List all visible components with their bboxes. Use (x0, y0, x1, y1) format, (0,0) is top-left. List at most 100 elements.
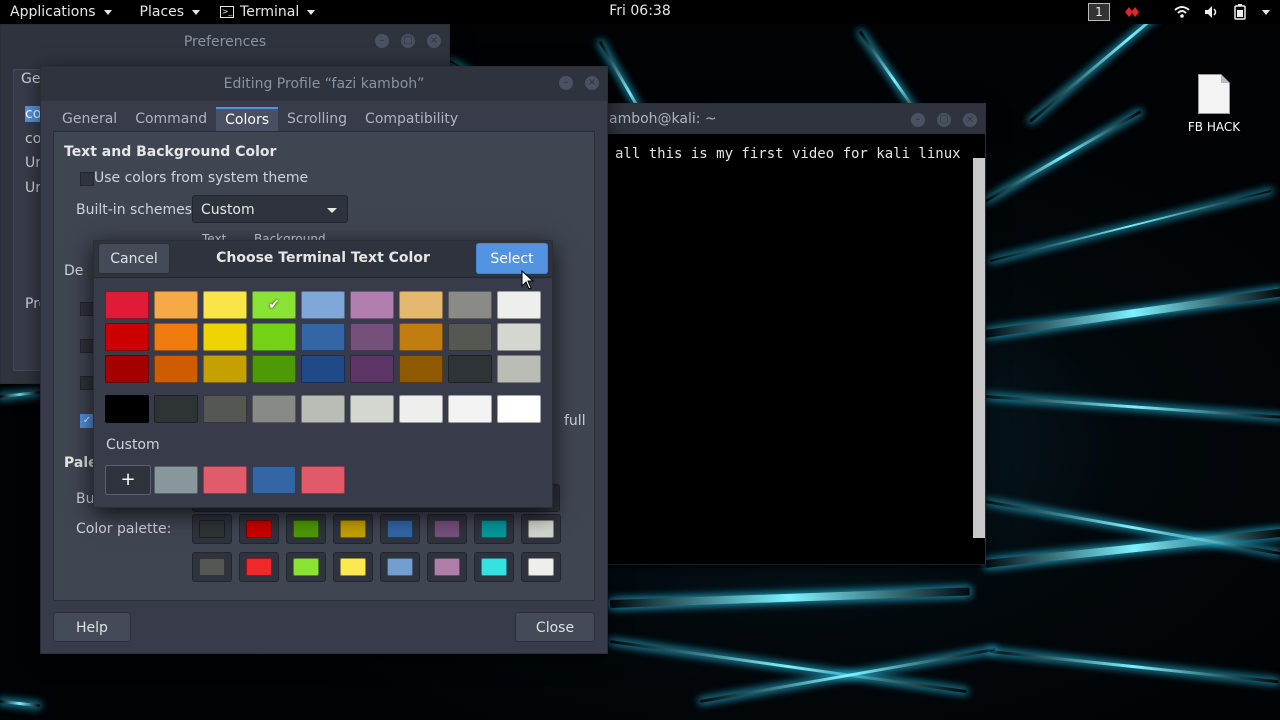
terminal-app-menu[interactable]: >_ Terminal (210, 0, 325, 24)
color-swatch[interactable] (301, 323, 345, 351)
maximize-icon[interactable]: □ (937, 113, 951, 127)
palette-color-button[interactable] (239, 514, 279, 544)
minimize-icon[interactable]: – (375, 34, 389, 48)
palette-color-fill (481, 558, 507, 576)
workspace-indicator[interactable]: 1 (1088, 3, 1110, 21)
palette-color-button[interactable] (286, 552, 326, 582)
color-swatch[interactable] (399, 291, 443, 319)
minimize-icon[interactable]: – (911, 113, 925, 127)
close-icon[interactable]: × (585, 76, 599, 90)
custom-color-swatch[interactable] (252, 466, 296, 494)
volume-icon[interactable] (1204, 5, 1220, 19)
color-swatch[interactable] (203, 323, 247, 351)
color-swatch[interactable] (497, 291, 541, 319)
gray-swatch[interactable] (350, 395, 394, 423)
preferences-tab-general[interactable]: Ge (21, 71, 40, 87)
color-swatch[interactable] (350, 291, 394, 319)
color-swatch[interactable] (154, 291, 198, 319)
builtin-schemes-dropdown[interactable]: Custom (192, 195, 348, 223)
option-checkbox[interactable] (80, 376, 94, 390)
wifi-icon[interactable] (1174, 5, 1190, 19)
add-custom-color-button[interactable]: + (105, 465, 151, 495)
color-swatch[interactable] (154, 355, 198, 383)
palette-color-button[interactable] (474, 552, 514, 582)
tab-scrolling[interactable]: Scrolling (278, 107, 356, 131)
palette-color-button[interactable] (239, 552, 279, 582)
terminal-scrollbar[interactable] (973, 158, 985, 538)
palette-color-button[interactable] (380, 552, 420, 582)
terminal-output[interactable]: all this is my first video for kali linu… (605, 134, 985, 568)
palette-color-button[interactable] (333, 514, 373, 544)
gray-swatch[interactable] (399, 395, 443, 423)
palette-color-button[interactable] (192, 514, 232, 544)
close-icon[interactable]: × (427, 34, 441, 48)
color-swatch[interactable] (301, 355, 345, 383)
palette-color-button[interactable] (474, 514, 514, 544)
palette-color-button[interactable] (427, 514, 467, 544)
color-swatch[interactable] (399, 323, 443, 351)
tab-command[interactable]: Command (126, 107, 216, 131)
palette-color-button[interactable] (427, 552, 467, 582)
close-icon[interactable]: × (963, 113, 977, 127)
gray-swatch[interactable] (252, 395, 296, 423)
color-swatch[interactable] (252, 355, 296, 383)
profile-list-item[interactable]: co (25, 131, 41, 147)
battery-icon[interactable] (1234, 4, 1246, 20)
terminal-titlebar[interactable]: amboh@kali: ~ – □ × (605, 104, 985, 134)
color-swatch[interactable] (350, 323, 394, 351)
custom-color-swatch[interactable] (154, 466, 198, 494)
tab-colors[interactable]: Colors (216, 107, 279, 131)
minimize-icon[interactable]: – (559, 76, 573, 90)
color-swatch[interactable] (301, 291, 345, 319)
color-swatch[interactable]: ✔ (252, 291, 296, 319)
profile-titlebar[interactable]: Editing Profile “fazi kamboh” – × (41, 67, 607, 101)
color-swatch[interactable] (399, 355, 443, 383)
option-checkbox-checked[interactable]: ✓ (80, 414, 94, 428)
maximize-icon[interactable]: □ (401, 34, 415, 48)
profile-list-item[interactable]: co (25, 106, 41, 122)
custom-color-swatch[interactable] (301, 466, 345, 494)
palette-color-button[interactable] (521, 552, 561, 582)
color-swatch[interactable] (105, 291, 149, 319)
option-checkbox[interactable] (80, 339, 94, 353)
palette-color-button[interactable] (333, 552, 373, 582)
color-swatch[interactable] (448, 291, 492, 319)
red-app-icon[interactable] (1124, 5, 1140, 19)
applications-menu[interactable]: Applications (0, 0, 122, 24)
gray-swatch[interactable] (301, 395, 345, 423)
close-button[interactable]: Close (515, 612, 595, 642)
color-swatch[interactable] (448, 323, 492, 351)
desktop-file-icon[interactable]: FB HACK (1180, 74, 1248, 134)
profile-list-item[interactable]: Ur (25, 180, 41, 196)
color-swatch[interactable] (252, 323, 296, 351)
palette-color-button[interactable] (521, 514, 561, 544)
tab-compatibility[interactable]: Compatibility (356, 107, 467, 131)
gray-swatch[interactable] (448, 395, 492, 423)
color-swatch[interactable] (203, 291, 247, 319)
gray-swatch[interactable] (497, 395, 541, 423)
system-theme-checkbox[interactable] (80, 172, 94, 186)
color-swatch[interactable] (105, 355, 149, 383)
palette-color-button[interactable] (286, 514, 326, 544)
tab-general[interactable]: General (53, 107, 126, 131)
color-swatch[interactable] (203, 355, 247, 383)
color-swatch[interactable] (497, 323, 541, 351)
help-button[interactable]: Help (53, 612, 131, 642)
places-menu[interactable]: Places (130, 0, 211, 24)
color-swatch[interactable] (448, 355, 492, 383)
gray-swatch[interactable] (154, 395, 198, 423)
preferences-titlebar[interactable]: Preferences – □ × (1, 25, 449, 59)
system-menu-chevron-icon[interactable] (1262, 9, 1270, 15)
palette-color-button[interactable] (192, 552, 232, 582)
palette-color-button[interactable] (380, 514, 420, 544)
color-swatch[interactable] (497, 355, 541, 383)
gray-swatch[interactable] (105, 395, 149, 423)
option-checkbox[interactable] (80, 302, 94, 316)
custom-color-swatch[interactable] (203, 466, 247, 494)
color-swatch[interactable] (350, 355, 394, 383)
gray-swatch[interactable] (203, 395, 247, 423)
select-button[interactable]: Select (476, 243, 548, 274)
color-swatch[interactable] (154, 323, 198, 351)
color-swatch[interactable] (105, 323, 149, 351)
profile-list-item[interactable]: Ur (25, 155, 41, 171)
